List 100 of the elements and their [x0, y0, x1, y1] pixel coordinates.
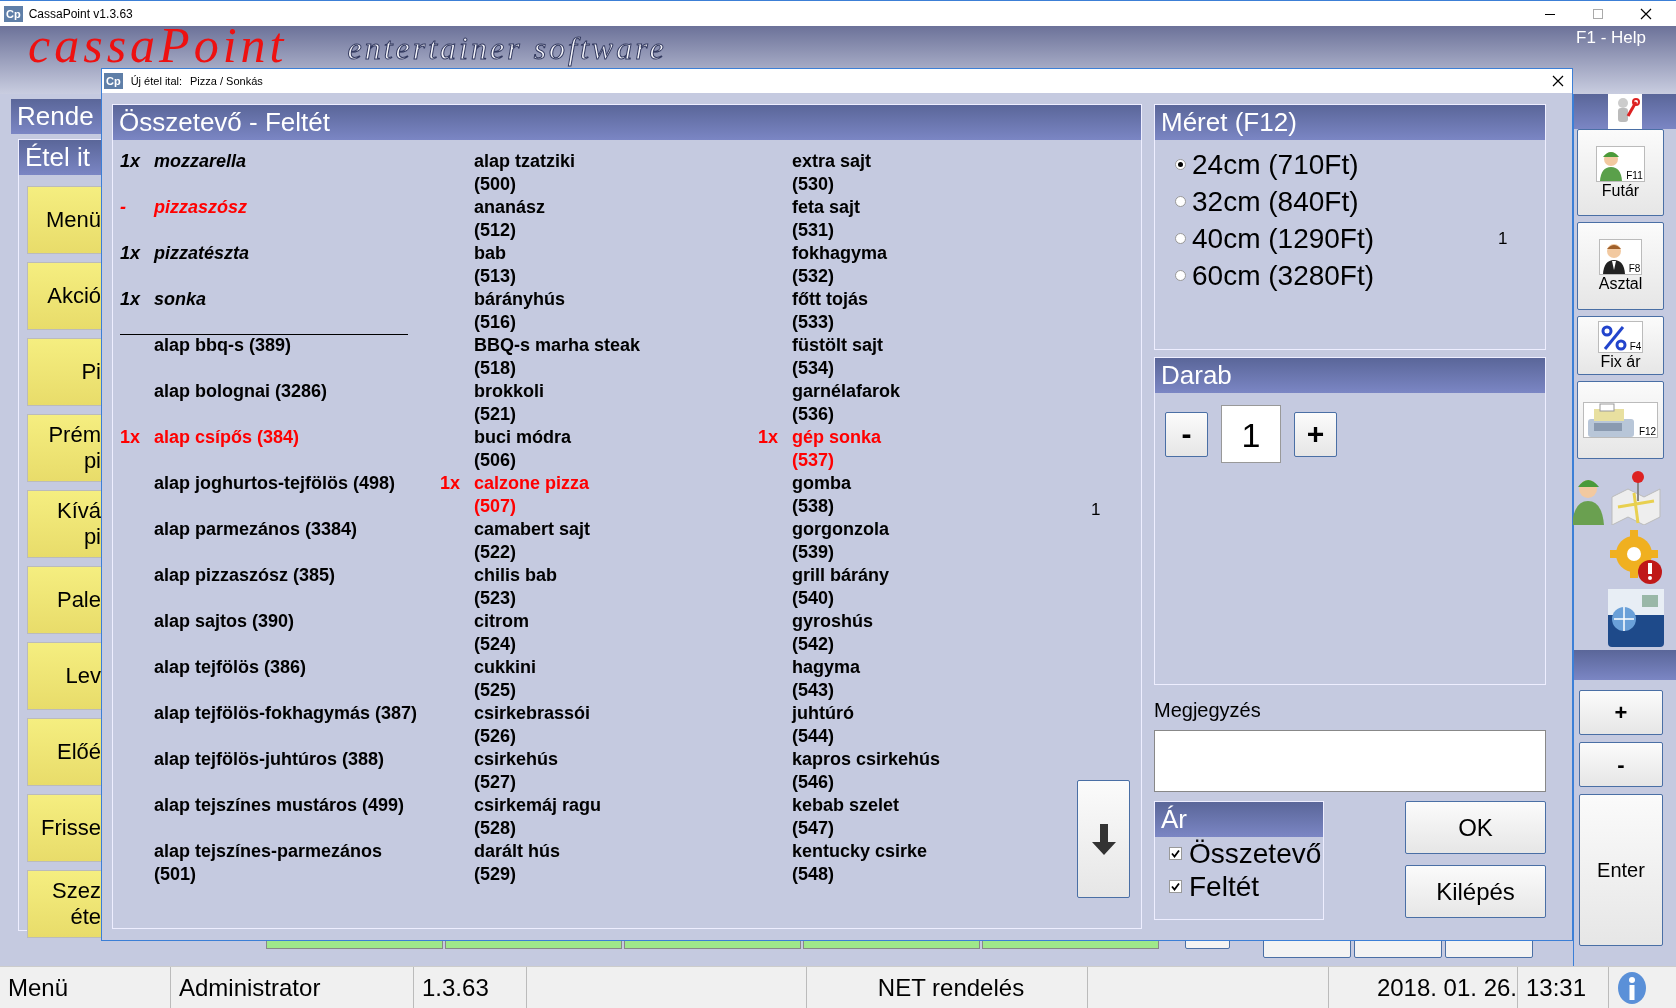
ingredient-name[interactable]: darált hús (529): [474, 840, 561, 886]
ingredient-name[interactable]: camabert sajt (522): [474, 518, 591, 564]
radio-button[interactable]: [1175, 196, 1186, 207]
ingredient-name[interactable]: cukkini (525): [474, 656, 537, 702]
ingredient-name[interactable]: gyroshús (542): [792, 610, 874, 656]
ingredient-name[interactable]: kapros csirkehús (546): [792, 748, 941, 794]
ingredient-name[interactable]: főtt tojás (533): [792, 288, 868, 334]
category-button[interactable]: Lev: [27, 642, 101, 710]
dialog-button[interactable]: Kilépés: [1405, 865, 1546, 918]
ingredient-name[interactable]: ananász (512): [474, 196, 546, 242]
ingredient-name[interactable]: kentucky csirke (548): [792, 840, 928, 886]
ingredient-name[interactable]: grill bárány (540): [792, 564, 890, 610]
checkbox[interactable]: [1169, 847, 1182, 860]
ingredient-name[interactable]: alap tejfölös (386): [154, 656, 429, 679]
toolbar-button[interactable]: F11 Futár: [1577, 129, 1664, 216]
ingredient-name[interactable]: BBQ-s marha steak (518): [474, 334, 641, 380]
toolbar-button[interactable]: F4 Fix ár: [1577, 316, 1664, 375]
category-button[interactable]: Pi: [27, 338, 101, 406]
ingredient-name[interactable]: garnélafarok (536): [792, 380, 901, 426]
ingredient-name[interactable]: alap sajtos (390): [154, 610, 429, 633]
dialog-title: Új étel ital:: [130, 75, 183, 87]
ingredient-name[interactable]: alap bolognai (3286): [154, 380, 429, 403]
toolbar-button[interactable]: F12: [1577, 381, 1664, 459]
category-button[interactable]: Akció: [27, 262, 101, 330]
info-icon[interactable]: [1617, 970, 1647, 1005]
ingredient-name[interactable]: alap tzatziki (500): [474, 150, 576, 196]
ingredient-name[interactable]: csirkebrassói (526): [474, 702, 591, 748]
ingredient-name[interactable]: alap parmezános (3384): [154, 518, 429, 541]
size-option[interactable]: 32cm (840Ft): [1192, 185, 1498, 218]
ingredient-name[interactable]: bab (513): [474, 242, 517, 288]
category-button[interactable]: Szez éte: [27, 870, 101, 938]
ingredient-name[interactable]: hagyma (543): [792, 656, 861, 702]
size-option[interactable]: 40cm (1290Ft): [1192, 222, 1498, 255]
key-label: F11: [1626, 169, 1643, 181]
radio-button[interactable]: [1175, 233, 1186, 244]
ingredient-name[interactable]: bárányhús (516): [474, 288, 566, 334]
ingredient-name[interactable]: sonka: [154, 288, 429, 311]
size-option[interactable]: 24cm (710Ft): [1192, 148, 1498, 181]
ingredient-name[interactable]: feta sajt (531): [792, 196, 861, 242]
ingredient-name[interactable]: fokhagyma (532): [792, 242, 888, 288]
button-label: Fix ár: [1600, 352, 1641, 371]
ingredient-name[interactable]: alap tejfölös-fokhagymás (387): [154, 702, 429, 725]
status-version: 1.3.63: [414, 967, 527, 1008]
category-button[interactable]: Pale: [27, 566, 101, 634]
radio-button[interactable]: [1175, 159, 1186, 170]
toolbar-button[interactable]: F8 Asztal: [1577, 222, 1664, 310]
ingredient-name[interactable]: buci módra (506): [474, 426, 571, 472]
quantity-label: 1x: [120, 288, 142, 311]
count-label: 1: [1091, 500, 1102, 520]
category-button[interactable]: Előé: [27, 718, 101, 786]
size-option[interactable]: 60cm (3280Ft): [1192, 259, 1498, 292]
ingredient-name[interactable]: brokkoli (521): [474, 380, 544, 426]
minus-button[interactable]: -: [1165, 411, 1208, 457]
ingredient-name[interactable]: juhtúró (544): [792, 702, 854, 748]
plus-button[interactable]: +: [1294, 411, 1337, 457]
ingredient-name[interactable]: kebab szelet (547): [792, 794, 900, 840]
ingredient-name[interactable]: alap tejfölös-juhtúros (388): [154, 748, 429, 771]
ingredient-name[interactable]: alap bbq-s (389): [154, 334, 429, 357]
key-button[interactable]: -: [1579, 742, 1663, 787]
status-mode: NET rendelés: [807, 967, 1088, 1008]
app-icon: Cp: [4, 5, 23, 22]
radio-button[interactable]: [1175, 270, 1186, 281]
ingredient-name[interactable]: pizzatészta: [154, 242, 429, 265]
panel-header: Összetevő - Feltét: [113, 105, 1141, 140]
category-button[interactable]: Frisse: [27, 794, 101, 862]
key-button[interactable]: +: [1579, 690, 1663, 735]
ingredient-name[interactable]: chilis bab (523): [474, 564, 558, 610]
ingredient-name[interactable]: gorgonzola (539): [792, 518, 889, 564]
ingredient-name[interactable]: alap joghurtos-tejfölös (498): [154, 472, 429, 495]
key-label: F12: [1638, 426, 1657, 437]
dialog-button[interactable]: OK: [1405, 801, 1546, 854]
category-button[interactable]: Prém pi: [27, 414, 101, 482]
ingredient-name[interactable]: alap tejszínes-parmezános (501): [154, 840, 429, 886]
close-icon[interactable]: [1640, 7, 1652, 20]
category-button[interactable]: Menü: [27, 186, 101, 254]
panel-header: Darab: [1155, 358, 1545, 393]
button-label: Asztal: [1598, 275, 1643, 293]
ingredient-name[interactable]: citrom (524): [474, 610, 529, 656]
ingredient-name[interactable]: alap tejszínes mustáros (499): [154, 794, 429, 817]
dialog-subtitle: Pizza / Sonkás: [190, 75, 263, 87]
key-button[interactable]: Enter: [1579, 794, 1663, 946]
ingredient-name[interactable]: füstölt sajt (534): [792, 334, 883, 380]
status-menu: Menü: [0, 967, 171, 1008]
ingredient-name[interactable]: extra sajt (530): [792, 150, 872, 196]
checkbox[interactable]: [1169, 880, 1182, 893]
scroll-down-button[interactable]: [1077, 780, 1130, 898]
ingredient-name[interactable]: csirkemáj ragu (528): [474, 794, 602, 840]
status-date: 2018. 01. 26.: [1329, 967, 1518, 1008]
quantity-field[interactable]: 1: [1221, 405, 1281, 463]
close-icon[interactable]: [1552, 75, 1564, 87]
gear-warning-icon: [1608, 528, 1664, 586]
comment-field[interactable]: [1154, 730, 1546, 792]
logo: cassaPoint: [28, 26, 288, 67]
checkmark-icon: [1171, 882, 1180, 891]
ingredient-name[interactable]: gomba (538): [792, 472, 851, 518]
ingredient-name[interactable]: csirkehús (527): [474, 748, 559, 794]
ingredient-name[interactable]: alap pizzaszósz (385): [154, 564, 429, 587]
down-arrow-icon: [1090, 822, 1117, 856]
category-button[interactable]: Kívá pi: [27, 490, 101, 558]
checkbox-label: Feltét: [1189, 871, 1260, 902]
